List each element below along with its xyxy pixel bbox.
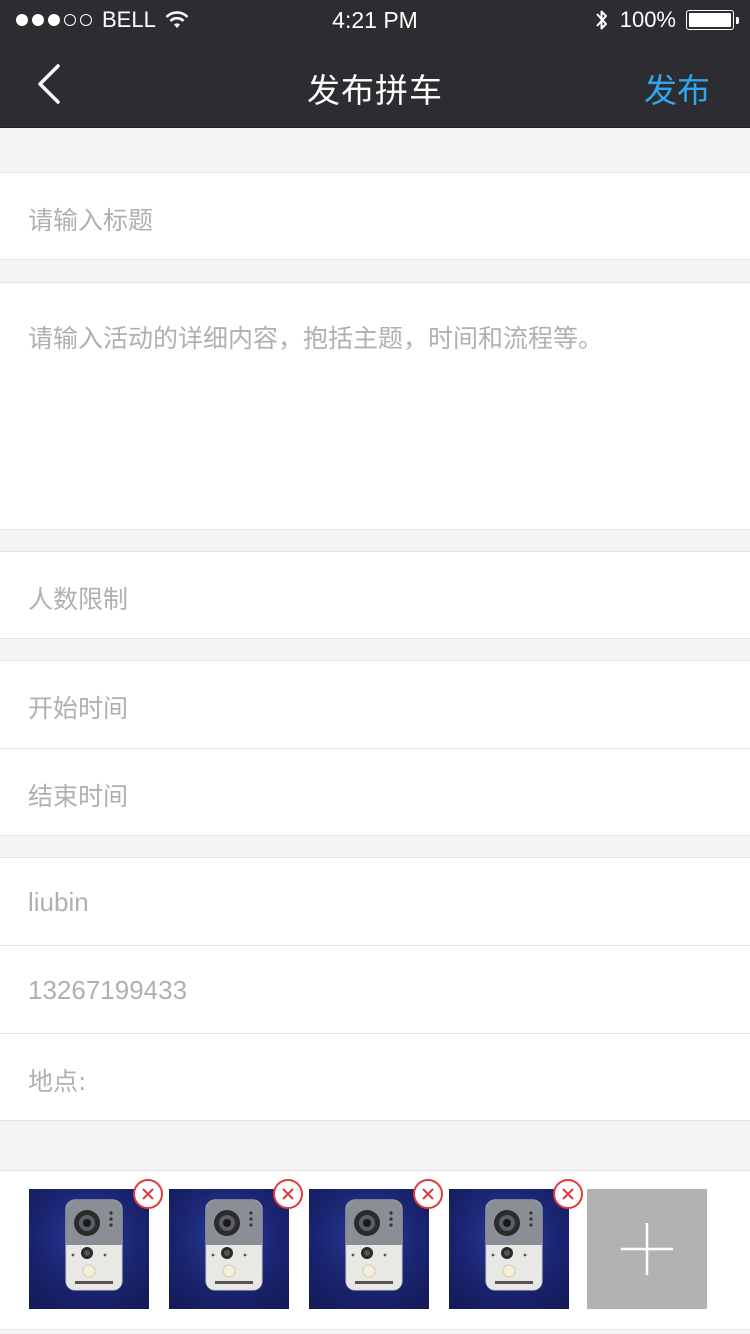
battery-percent: 100%	[619, 7, 676, 32]
content-textarea[interactable]: 请输入活动的详细内容，抱括主题，时间和流程等。	[0, 282, 750, 530]
photo-thumbnail[interactable]	[29, 1179, 163, 1309]
delete-photo-button[interactable]	[273, 1179, 303, 1209]
time-group: 开始时间 结束时间	[0, 660, 750, 836]
navigation-bar: 发布拼车 发布	[0, 40, 750, 128]
title-input[interactable]: 请输入标题	[0, 172, 750, 260]
name-value: liubin	[28, 887, 89, 917]
plus-icon	[621, 1223, 673, 1275]
add-photo-button[interactable]	[587, 1189, 707, 1309]
publish-button[interactable]: 发布	[644, 64, 710, 112]
photo-thumbnail[interactable]	[449, 1179, 583, 1309]
status-bar: BELL 4:21 PM 100%	[0, 0, 750, 40]
camera-image	[65, 1199, 123, 1291]
people-limit-field[interactable]: 人数限制	[0, 551, 750, 639]
close-icon	[282, 1188, 294, 1200]
close-icon	[142, 1188, 154, 1200]
location-label: 地点:	[28, 1067, 87, 1096]
camera-image	[205, 1199, 263, 1291]
photo-thumbnail[interactable]	[169, 1179, 303, 1309]
name-field[interactable]: liubin	[0, 858, 750, 945]
title-placeholder: 请输入标题	[28, 206, 154, 235]
end-time-field[interactable]: 结束时间	[0, 749, 750, 836]
photo-thumbnail[interactable]	[309, 1179, 443, 1309]
status-right: 100%	[594, 6, 739, 34]
battery-icon	[686, 10, 739, 30]
content-placeholder: 请输入活动的详细内容，抱括主题，时间和流程等。	[28, 324, 604, 353]
camera-image	[345, 1199, 403, 1291]
delete-photo-button[interactable]	[553, 1179, 583, 1209]
camera-image	[485, 1199, 543, 1291]
photo-list	[0, 1170, 750, 1330]
phone-value: 13267199433	[28, 975, 188, 1005]
end-time-label: 结束时间	[28, 782, 129, 811]
delete-photo-button[interactable]	[413, 1179, 443, 1209]
delete-photo-button[interactable]	[133, 1179, 163, 1209]
close-icon	[562, 1188, 574, 1200]
close-icon	[422, 1188, 434, 1200]
bluetooth-icon	[595, 10, 607, 30]
page-title: 发布拼车	[307, 71, 443, 110]
location-field[interactable]: 地点:	[0, 1034, 750, 1121]
phone-field[interactable]: 13267199433	[0, 946, 750, 1033]
contact-group: liubin 13267199433 地点:	[0, 857, 750, 1121]
start-time-label: 开始时间	[28, 694, 129, 723]
start-time-field[interactable]: 开始时间	[0, 661, 750, 748]
people-limit-label: 人数限制	[28, 585, 129, 614]
